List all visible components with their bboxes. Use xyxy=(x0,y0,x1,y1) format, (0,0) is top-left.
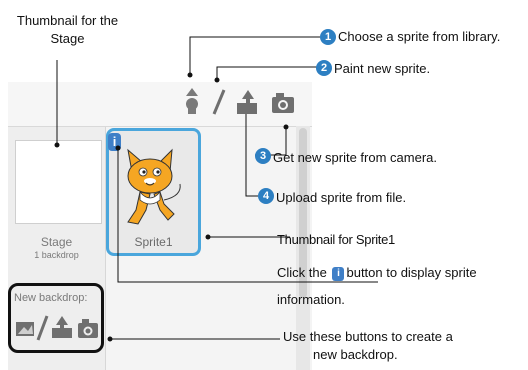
camera-icon[interactable] xyxy=(272,93,294,113)
paint-icon[interactable] xyxy=(212,89,226,115)
camera-sprite-note: Get new sprite from camera. xyxy=(273,150,437,165)
backdrop-buttons-note-line2: new backdrop. xyxy=(313,347,398,362)
paint-sprite-note: Paint new sprite. xyxy=(334,61,431,76)
choose-sprite-note: Choose a sprite from library. xyxy=(338,29,501,44)
diagram-overlay xyxy=(16,36,378,342)
backdrop-library-icon[interactable] xyxy=(16,322,34,336)
info-note-suffix: button to display sprite xyxy=(346,265,477,280)
callout-2-badge: 2 xyxy=(316,60,332,76)
upload-icon[interactable] xyxy=(237,90,257,114)
callout-4-badge: 4 xyxy=(258,188,274,204)
callout-3-badge: 3 xyxy=(255,148,271,164)
upload-sprite-note: Upload sprite from file. xyxy=(276,190,407,205)
backdrop-camera-icon[interactable] xyxy=(78,319,98,338)
info-button-note-line2: information. xyxy=(277,292,345,307)
scratch-cat-icon xyxy=(127,148,181,225)
info-inline-icon: i xyxy=(332,266,345,281)
backdrop-buttons-note: Use these buttons to create a xyxy=(283,329,453,344)
backdrop-paint-icon[interactable] xyxy=(36,315,49,341)
info-note-prefix: Click the xyxy=(277,265,327,280)
backdrop-upload-icon[interactable] xyxy=(52,316,72,338)
sprite-library-icon[interactable] xyxy=(186,88,198,114)
info-button-note: Click the i button to display sprite xyxy=(277,265,477,281)
sprite-thumbnail-note: Thumbnail for Sprite1 xyxy=(277,232,395,247)
callout-1-badge: 1 xyxy=(320,29,336,45)
stage-thumbnail-note: Thumbnail for the Stage xyxy=(16,13,119,46)
